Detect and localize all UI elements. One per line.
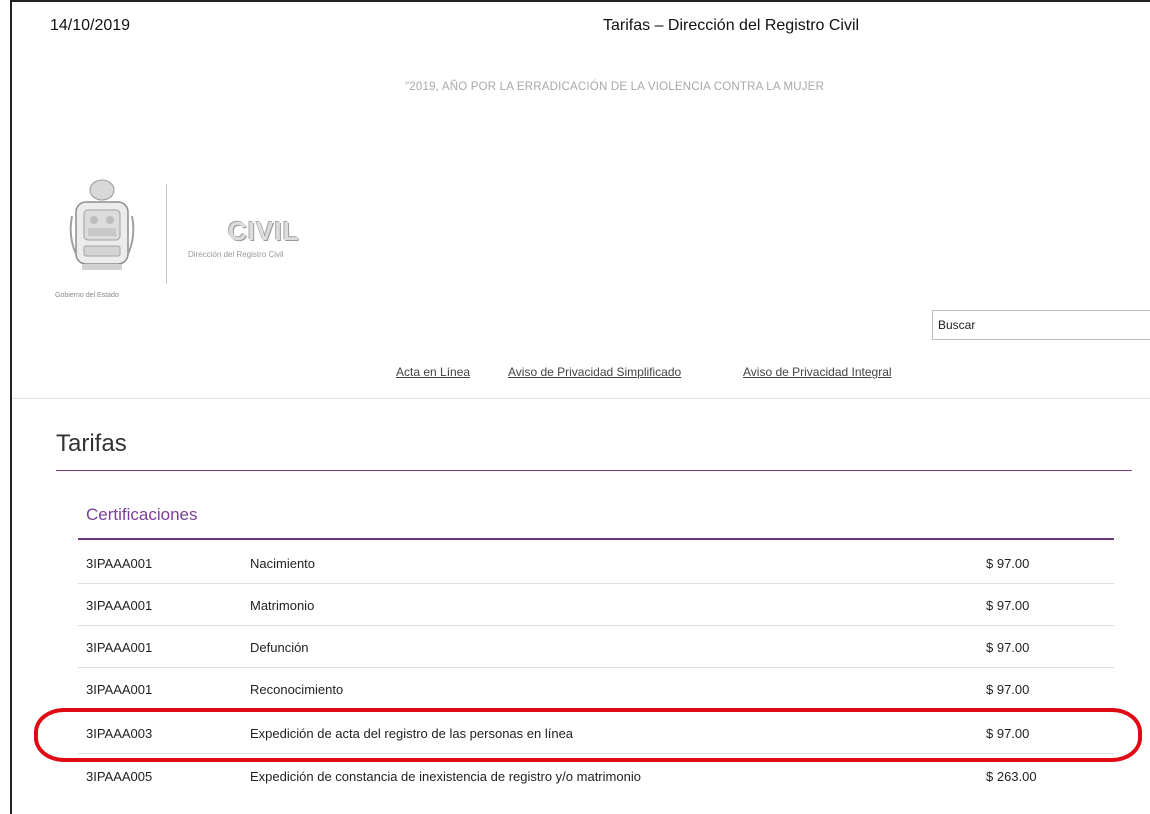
print-date: 14/10/2019	[50, 17, 131, 34]
table-row: 3IPAAA001 Reconocimiento $ 97.00	[78, 668, 1114, 710]
slogan-banner: "2019, AÑO POR LA ERRADICACIÓN DE LA VIO…	[405, 81, 825, 93]
section-title: Certificaciones	[86, 505, 198, 524]
header-divider	[12, 398, 1150, 399]
nav-link-acta-en-linea[interactable]: Acta en Línea	[396, 365, 470, 379]
title-divider	[56, 470, 1132, 471]
row-description: Nacimiento	[250, 556, 316, 571]
row-price: $ 97.00	[986, 598, 1030, 613]
row-price: $ 263.00	[986, 769, 1037, 784]
nav-link-aviso-integral[interactable]: Aviso de Privacidad Integral	[743, 365, 892, 379]
page-title: Tarifas	[56, 430, 127, 457]
row-code: 3IPAAA001	[86, 682, 153, 697]
row-code: 3IPAAA001	[86, 598, 153, 613]
nav-link-aviso-simplificado[interactable]: Aviso de Privacidad Simplificado	[508, 365, 681, 379]
table-row: 3IPAAA001 Nacimiento $ 97.00	[78, 542, 1114, 584]
row-price: $ 97.00	[986, 682, 1030, 697]
logo-subtitle: Dirección del Registro Civil	[188, 250, 284, 259]
row-code: 3IPAAA005	[86, 769, 153, 784]
row-price: $ 97.00	[986, 556, 1030, 571]
row-description: Reconocimiento	[250, 682, 344, 697]
table-row: 3IPAAA001 Defunción $ 97.00	[78, 626, 1114, 668]
table-row: 3IPAAA001 Matrimonio $ 97.00	[78, 584, 1114, 626]
row-price: $ 97.00	[986, 640, 1030, 655]
print-title: Tarifas – Dirección del Registro Civil	[603, 17, 860, 34]
registro-civil-logo[interactable]: CIVIL Dirección del Registro Civil Gobie…	[52, 172, 352, 302]
row-code: 3IPAAA001	[86, 640, 153, 655]
search-input[interactable]	[932, 310, 1150, 340]
row-description: Expedición de constancia de inexistencia…	[250, 769, 641, 784]
red-highlight-annotation	[34, 708, 1142, 762]
logo-civil-text: CIVIL	[228, 216, 300, 246]
logo-divider	[166, 184, 167, 284]
state-seal-icon	[69, 179, 135, 270]
row-description: Matrimonio	[250, 598, 315, 613]
section-divider	[78, 538, 1114, 540]
logo-caption: Gobierno del Estado	[55, 292, 119, 299]
row-description: Defunción	[250, 640, 309, 655]
row-code: 3IPAAA001	[86, 556, 153, 571]
